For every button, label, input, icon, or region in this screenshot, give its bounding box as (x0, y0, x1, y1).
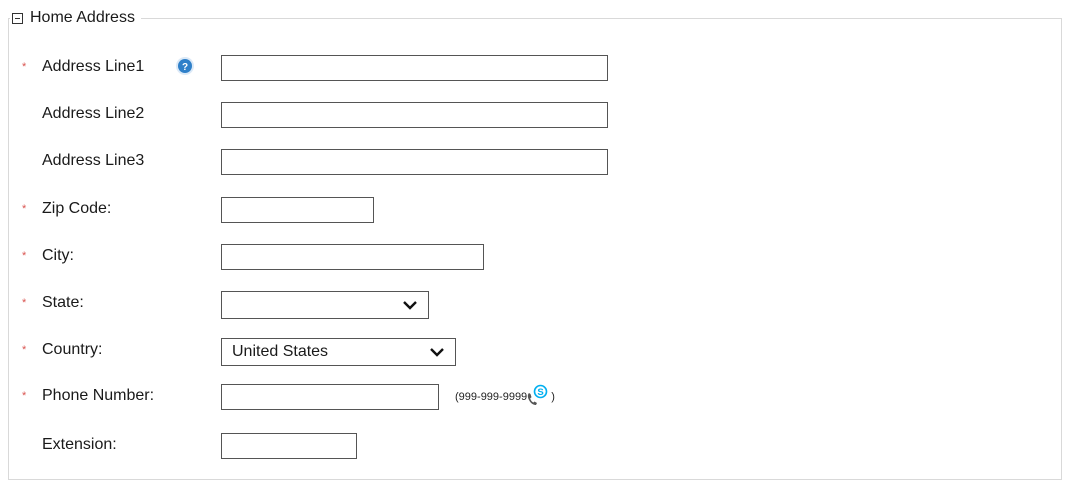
phone-number-label: Phone Number: (42, 387, 155, 404)
phone-number-input[interactable] (221, 384, 439, 410)
zip-code-input[interactable] (221, 197, 374, 223)
required-marker: * (22, 344, 27, 356)
phone-format-text: 999-999-9999 (458, 391, 528, 403)
extension-row: Extension: (0, 433, 1069, 461)
svg-text:?: ? (182, 62, 188, 73)
required-marker: * (22, 203, 27, 215)
phone-format-hint: ( 999-999-9999 S ) (455, 384, 555, 406)
help-icon[interactable]: ? (175, 56, 195, 76)
section-title: Home Address (30, 9, 135, 26)
address-line2-label: Address Line2 (42, 105, 145, 122)
skype-icon: S (533, 384, 548, 399)
country-selected-value: United States (232, 343, 329, 360)
extension-input[interactable] (221, 433, 357, 459)
extension-label: Extension: (42, 436, 117, 453)
city-row: * City: (0, 244, 1069, 272)
state-label: State: (42, 294, 84, 311)
address-line3-label: Address Line3 (42, 152, 145, 169)
svg-text:S: S (538, 387, 544, 398)
state-row: * State: (0, 291, 1069, 319)
country-row: * Country: United States (0, 338, 1069, 366)
country-select[interactable]: United States (221, 338, 456, 366)
format-close-paren: ) (551, 391, 555, 403)
address-line3-row: Address Line3 (0, 149, 1069, 177)
phone-number-row: * Phone Number: ( 999-999-9999 S ) (0, 384, 1069, 412)
required-marker: * (22, 390, 27, 402)
address-line1-row: * Address Line1 ? (0, 55, 1069, 83)
required-marker: * (22, 61, 27, 73)
address-line2-input[interactable] (221, 102, 608, 128)
city-input[interactable] (221, 244, 484, 270)
chevron-down-icon (403, 301, 417, 310)
city-label: City: (42, 247, 74, 264)
collapse-icon[interactable] (12, 12, 23, 24)
chevron-down-icon (430, 348, 444, 357)
required-marker: * (22, 250, 27, 262)
section-header[interactable]: Home Address (10, 8, 141, 28)
address-line1-label: Address Line1 (42, 58, 145, 75)
address-line1-input[interactable] (221, 55, 608, 81)
zip-code-label: Zip Code: (42, 200, 112, 217)
zip-code-row: * Zip Code: (0, 197, 1069, 225)
address-line3-input[interactable] (221, 149, 608, 175)
state-select[interactable] (221, 291, 429, 319)
country-label: Country: (42, 341, 103, 358)
skype-call-button[interactable]: S (527, 384, 551, 406)
address-line2-row: Address Line2 (0, 102, 1069, 130)
required-marker: * (22, 297, 27, 309)
